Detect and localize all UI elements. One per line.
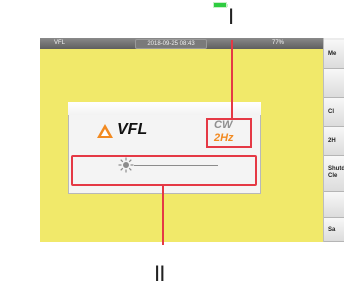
status-device-name: VFL bbox=[54, 40, 66, 46]
side-btn-empty-2[interactable] bbox=[324, 192, 344, 218]
brightness-sun-icon bbox=[118, 157, 134, 173]
callout-line-1 bbox=[231, 40, 233, 119]
side-menu: Me Cl 2H Shutd Cle Sa bbox=[323, 38, 344, 242]
side-btn-2hz[interactable]: 2H bbox=[324, 127, 344, 156]
status-datetime: 2018-09-25 08:43 bbox=[135, 39, 207, 49]
callout-label-2: II bbox=[154, 262, 165, 286]
mode-wave-label: CW bbox=[214, 119, 233, 131]
battery-icon bbox=[213, 2, 227, 8]
side-btn-cw[interactable]: Cl bbox=[324, 98, 344, 127]
side-btn-save[interactable]: Sa bbox=[324, 218, 344, 242]
brightness-slider-track[interactable] bbox=[134, 165, 218, 166]
callout-label-1: I bbox=[228, 5, 234, 29]
mode-frequency-label: 2Hz bbox=[214, 132, 234, 144]
battery-percent: 77% bbox=[272, 40, 285, 46]
side-btn-shutdown-clear[interactable]: Shutd Cle bbox=[324, 156, 344, 192]
brightness-slider-highlight[interactable] bbox=[71, 155, 257, 186]
laser-warning-icon bbox=[97, 124, 113, 138]
vfl-title: VFL bbox=[117, 121, 148, 138]
callout-line-2 bbox=[162, 185, 164, 245]
side-btn-menu[interactable]: Me bbox=[324, 40, 344, 69]
side-btn-empty-1[interactable] bbox=[324, 69, 344, 98]
